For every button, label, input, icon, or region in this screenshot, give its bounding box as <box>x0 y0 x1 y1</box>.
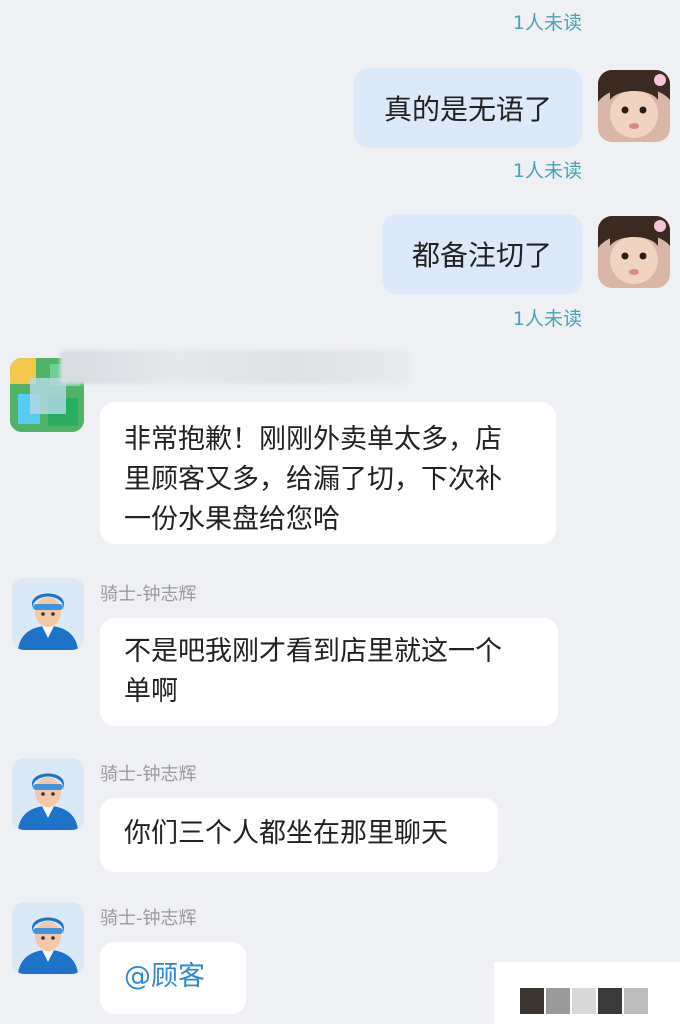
rider-avatar-icon[interactable] <box>12 902 84 974</box>
watermark-block <box>624 988 648 1014</box>
girl-avatar-icon[interactable] <box>598 216 670 288</box>
read-status: 1人未读 <box>512 160 582 182</box>
message-line: 一份水果盘给您哈 <box>124 504 340 535</box>
incoming-message-bubble[interactable]: @顾客 <box>100 942 246 1014</box>
blurred-sender-name <box>60 350 410 384</box>
incoming-message-bubble[interactable]: 不是吧我刚才看到店里就这一个 单啊 <box>100 618 558 726</box>
sender-name: 骑士-钟志辉 <box>100 764 197 785</box>
message-text: 都备注切了 <box>411 239 552 272</box>
incoming-message-bubble[interactable]: 非常抱歉！刚刚外卖单太多，店 里顾客又多，给漏了切，下次补 一份水果盘给您哈 <box>100 402 556 544</box>
message-line: 里顾客又多，给漏了切，下次补 <box>124 464 502 495</box>
watermark-block <box>520 988 544 1014</box>
message-text: 真的是无语了 <box>383 93 552 126</box>
message-line: 不是吧我刚才看到店里就这一个 <box>124 636 502 667</box>
message-line: 你们三个人都坐在那里聊天 <box>124 818 448 849</box>
rider-avatar-icon[interactable] <box>12 578 84 650</box>
watermark-block <box>598 988 622 1014</box>
sender-name: 骑士-钟志辉 <box>100 584 197 605</box>
message-line: 非常抱歉！刚刚外卖单太多，店 <box>124 424 502 455</box>
outgoing-message-bubble[interactable]: 都备注切了 <box>381 214 582 294</box>
message-line: 单啊 <box>124 676 178 707</box>
incoming-message-bubble[interactable]: 你们三个人都坐在那里聊天 <box>100 798 498 872</box>
watermark-block <box>572 988 596 1014</box>
watermark-block <box>546 988 570 1014</box>
mention-link[interactable]: @顾客 <box>124 957 222 997</box>
outgoing-message-bubble[interactable]: 真的是无语了 <box>353 68 582 148</box>
sender-name: 骑士-钟志辉 <box>100 908 197 929</box>
read-status: 1人未读 <box>512 12 582 34</box>
read-status: 1人未读 <box>512 308 582 330</box>
rider-avatar-icon[interactable] <box>12 758 84 830</box>
girl-avatar-icon[interactable] <box>598 70 670 142</box>
